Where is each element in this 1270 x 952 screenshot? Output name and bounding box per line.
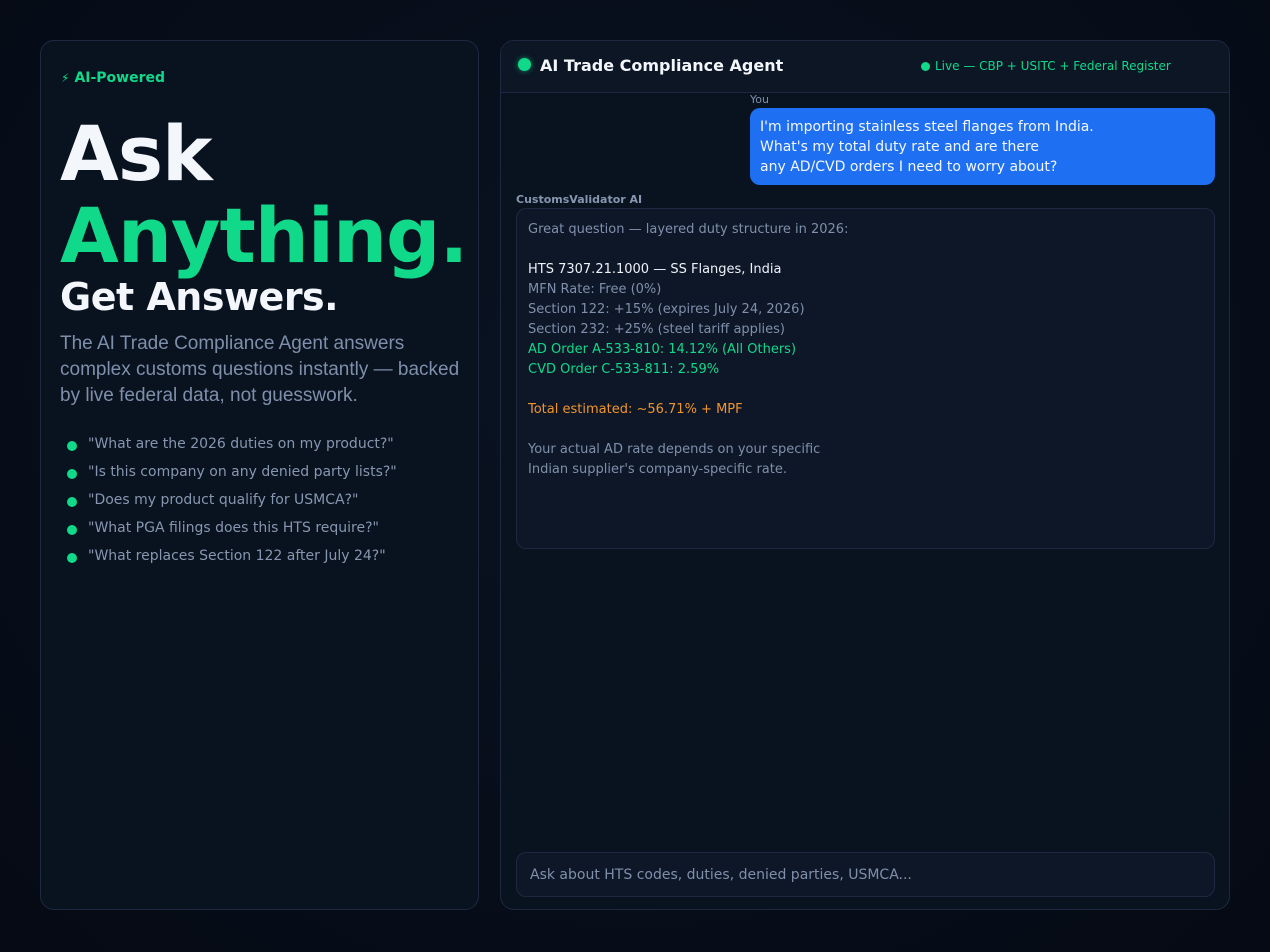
example-question-text: "What PGA filings does this HTS require?… <box>88 520 379 536</box>
hero-line-anything: Anything. <box>60 191 468 280</box>
chat-title: AI Trade Compliance Agent <box>540 56 784 75</box>
lightning-bolt-icon: ⚡ <box>61 71 70 85</box>
user-message-line: any AD/CVD orders I need to worry about? <box>760 159 1058 175</box>
ai-ad-order-line: AD Order A-533-810: 14.12% (All Others) <box>528 342 797 357</box>
chat-panel: AI Trade Compliance Agent Live — CBP + U… <box>500 40 1230 910</box>
ai-cvd-order-line: CVD Order C-533-811: 2.59% <box>528 362 720 377</box>
user-message-line: I'm importing stainless steel flanges fr… <box>760 119 1094 135</box>
example-question[interactable]: "What replaces Section 122 after July 24… <box>67 542 397 570</box>
ai-total-line: Total estimated: ~56.71% + MPF <box>528 402 743 417</box>
ai-section122-line: Section 122: +15% (expires July 24, 2026… <box>528 302 805 317</box>
intro-panel: ⚡ AI-Powered Ask Anything. Get Answers. … <box>40 40 479 910</box>
hero-heading: Ask Anything. Get Answers. <box>60 109 468 319</box>
ai-intro: Great question — layered duty structure … <box>528 222 849 237</box>
hero-line-get-answers: Get Answers. <box>60 275 339 319</box>
bullet-dot-icon <box>67 553 77 563</box>
ai-section232-line: Section 232: +25% (steel tariff applies) <box>528 322 786 337</box>
bullet-dot-icon <box>67 469 77 479</box>
chat-header: AI Trade Compliance Agent Live — CBP + U… <box>501 41 1229 93</box>
example-question-text: "Is this company on any denied party lis… <box>88 464 397 480</box>
bullet-dot-icon <box>67 441 77 451</box>
example-question[interactable]: "What are the 2026 duties on my product?… <box>67 430 397 458</box>
agent-status-icon <box>518 58 531 71</box>
live-dot-icon <box>921 61 930 71</box>
ai-note-line: Your actual AD rate depends on your spec… <box>528 442 821 457</box>
user-message-line: What's my total duty rate and are there <box>760 139 1040 155</box>
user-message: I'm importing stainless steel flanges fr… <box>750 108 1215 185</box>
ai-note-line: Indian supplier's company-specific rate. <box>528 462 788 477</box>
user-message-label: You <box>750 93 769 106</box>
example-question-text: "What are the 2026 duties on my product?… <box>88 436 394 452</box>
hero-line-ask: Ask <box>60 109 213 198</box>
ai-mfn-line: MFN Rate: Free (0%) <box>528 282 662 297</box>
ai-hts-line: HTS 7307.21.1000 — SS Flanges, India <box>528 262 782 277</box>
ai-powered-badge: ⚡ AI-Powered <box>61 70 165 86</box>
ai-message-label: CustomsValidator AI <box>516 193 643 206</box>
chat-input[interactable] <box>516 852 1215 897</box>
lead-paragraph: The AI Trade Compliance Agent answers co… <box>60 333 460 406</box>
bullet-dot-icon <box>67 497 77 507</box>
example-question-text: "Does my product qualify for USMCA?" <box>88 492 359 508</box>
live-status: Live — CBP + USITC + Federal Register <box>921 59 1171 73</box>
example-question[interactable]: "What PGA filings does this HTS require?… <box>67 514 397 542</box>
bullet-dot-icon <box>67 525 77 535</box>
live-status-text: Live — CBP + USITC + Federal Register <box>935 59 1171 73</box>
example-questions-list: "What are the 2026 duties on my product?… <box>67 430 397 570</box>
badge-label: AI-Powered <box>74 70 166 86</box>
page: ⚡ AI-Powered Ask Anything. Get Answers. … <box>0 0 1270 952</box>
example-question[interactable]: "Is this company on any denied party lis… <box>67 458 397 486</box>
ai-message: Great question — layered duty structure … <box>516 208 1215 549</box>
example-question[interactable]: "Does my product qualify for USMCA?" <box>67 486 397 514</box>
example-question-text: "What replaces Section 122 after July 24… <box>88 548 386 564</box>
